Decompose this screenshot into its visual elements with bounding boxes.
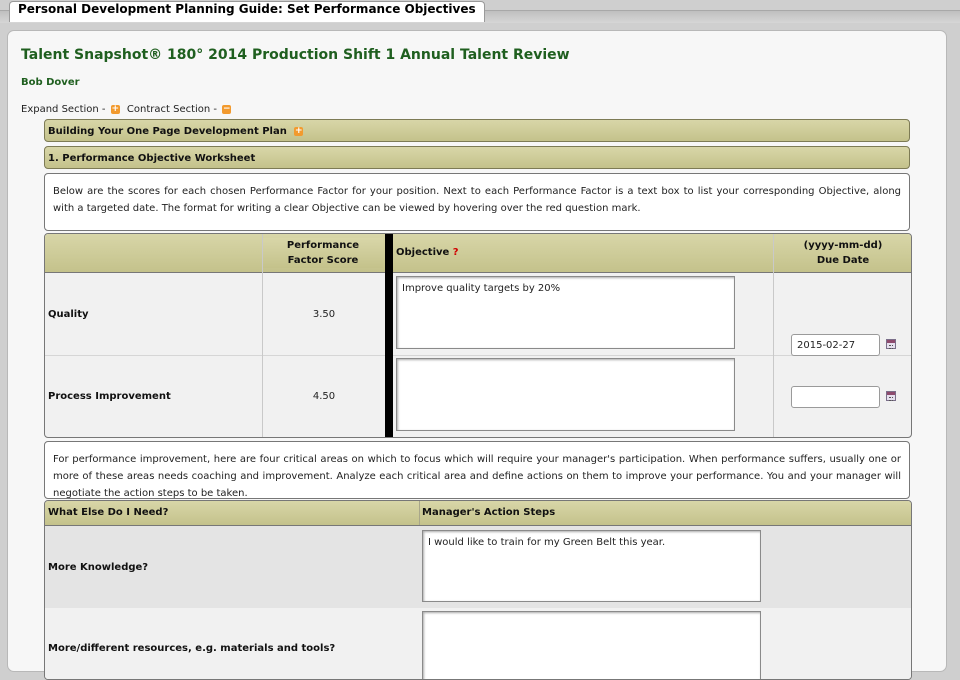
action-steps-table: What Else Do I Need? Manager's Action St… (44, 500, 912, 680)
need-label-knowledge: More Knowledge? (48, 562, 149, 573)
worksheet-header-bar[interactable]: 1. Performance Objective Worksheet (44, 146, 910, 169)
column-divider (262, 234, 263, 437)
review-title: Talent Snapshot® 180° 2014 Production Sh… (21, 47, 570, 63)
window-tab[interactable]: Personal Development Planning Guide: Set… (9, 1, 485, 22)
header-divider (45, 272, 911, 273)
factor-score-quality: 3.50 (312, 309, 336, 320)
factor-score-process-improvement: 4.50 (312, 391, 336, 402)
expand-section-label[interactable]: Expand Section - (21, 104, 106, 115)
factor-label-quality: Quality (48, 309, 89, 320)
improvement-intro-box: For performance improvement, here are fo… (44, 441, 910, 499)
expand-plus-icon[interactable]: + (110, 105, 120, 114)
contract-minus-icon[interactable]: − (222, 105, 232, 114)
objectives-table: Performance Factor Score Objective ? (yy… (44, 233, 912, 438)
factor-label-process-improvement: Process Improvement (48, 391, 171, 402)
contract-section-label[interactable]: Contract Section - (127, 104, 217, 115)
objective-input-process-improvement[interactable] (396, 358, 735, 431)
due-date-input-process-improvement[interactable] (791, 386, 880, 408)
need-label-resources: More/different resources, e.g. materials… (48, 643, 336, 654)
objective-column-header: Objective ? (396, 247, 459, 258)
header-column-divider (419, 501, 420, 525)
column-divider (773, 234, 774, 437)
calendar-icon[interactable] (886, 339, 896, 349)
due-date-input-quality[interactable] (791, 334, 880, 356)
main-panel: Talent Snapshot® 180° 2014 Production Sh… (7, 30, 947, 680)
objective-help-icon[interactable]: ? (453, 247, 459, 258)
worksheet-header-label: 1. Performance Objective Worksheet (48, 153, 256, 164)
objective-input-quality[interactable]: Improve quality targets by 20% (396, 276, 735, 349)
improvement-intro-text: For performance improvement, here are fo… (53, 454, 901, 499)
plan-header-label: Building Your One Page Development Plan (48, 126, 287, 137)
section-toggle-row: Expand Section - + Contract Section - − (21, 104, 235, 116)
plan-header-bar[interactable]: Building Your One Page Development Plan … (44, 119, 910, 142)
actions-column-header: Manager's Action Steps (422, 507, 556, 518)
action-input-knowledge[interactable]: I would like to train for my Green Belt … (422, 530, 761, 602)
due-date-column-header: (yyyy-mm-dd) Due Date (803, 240, 883, 266)
worksheet-intro-box: Below are the scores for each chosen Per… (44, 173, 910, 231)
employee-name: Bob Dover (21, 77, 80, 88)
column-separator (385, 234, 393, 437)
plan-expand-plus-icon[interactable]: + (294, 126, 304, 136)
action-input-resources[interactable] (422, 611, 761, 679)
worksheet-intro-text: Below are the scores for each chosen Per… (53, 186, 901, 214)
need-column-header: What Else Do I Need? (48, 507, 169, 518)
calendar-icon[interactable] (886, 391, 896, 401)
score-column-header: Performance Factor Score (263, 238, 383, 268)
row-divider (45, 355, 911, 356)
